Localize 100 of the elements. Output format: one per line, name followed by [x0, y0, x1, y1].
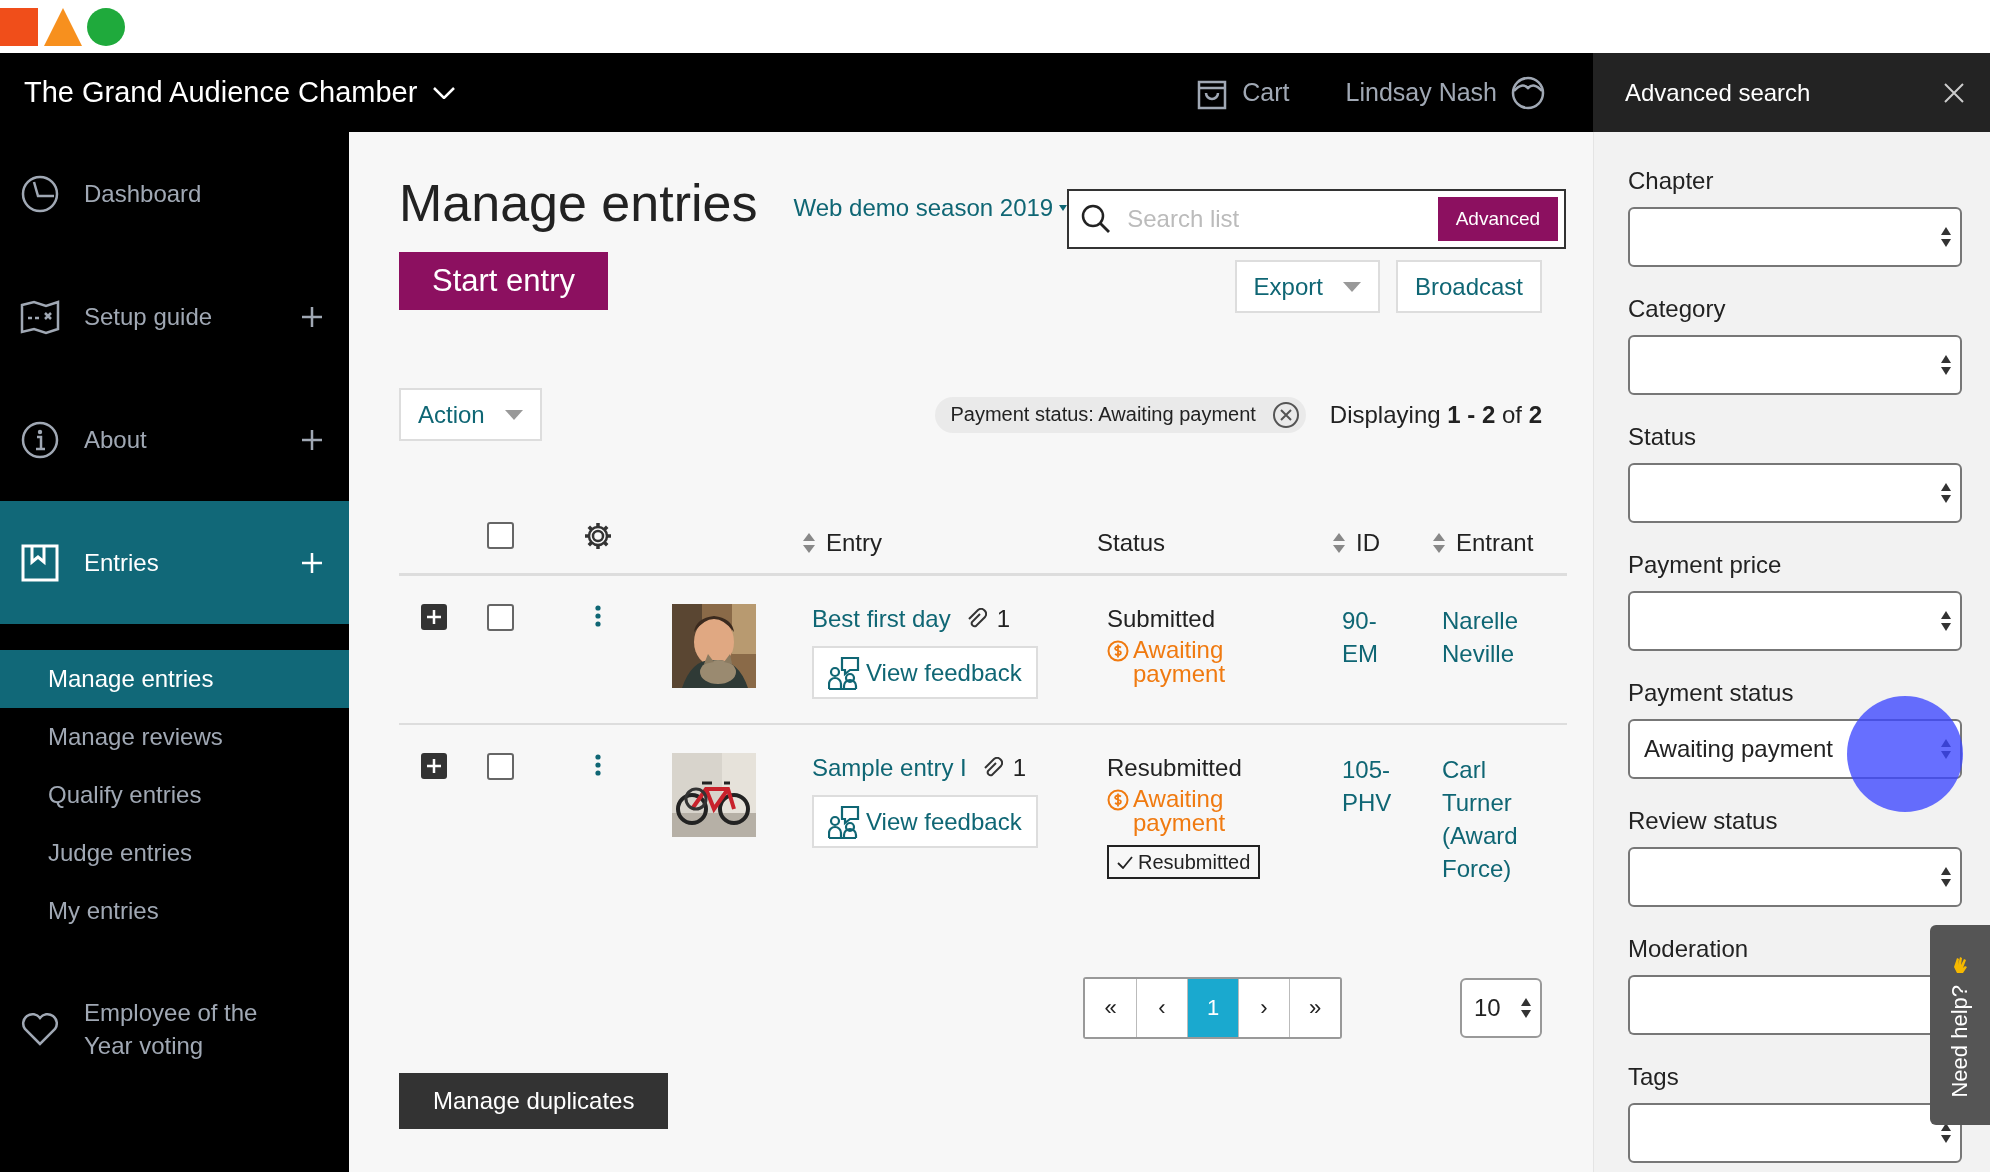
- paperclip-icon: [982, 757, 1003, 779]
- entry-link[interactable]: Sample entry I: [812, 753, 967, 783]
- select-field[interactable]: [1628, 1103, 1962, 1163]
- column-header: Status: [1097, 529, 1166, 557]
- sort-icon[interactable]: [802, 532, 816, 554]
- nav-label: Entries: [84, 548, 159, 577]
- logo-icon: [0, 7, 126, 46]
- checkbox[interactable]: [487, 753, 514, 780]
- action-button[interactable]: Action: [399, 388, 542, 441]
- nav-item[interactable]: Entries: [0, 501, 349, 624]
- select-arrows-icon: [1940, 1122, 1952, 1144]
- dashboard-icon: [20, 173, 60, 214]
- expand-icon[interactable]: [421, 753, 447, 779]
- check-icon: [1117, 855, 1133, 869]
- sort-icon[interactable]: [1432, 532, 1446, 554]
- select-arrows-icon: [1940, 610, 1952, 632]
- field-label: Review status: [1628, 806, 1779, 836]
- status-badge: Resubmitted: [1107, 845, 1261, 879]
- search-field[interactable]: Search list Advanced: [1067, 189, 1567, 249]
- nav-subitem[interactable]: Manage reviews: [0, 708, 349, 766]
- select-field[interactable]: [1628, 207, 1962, 267]
- column-header[interactable]: Entry: [826, 529, 882, 557]
- page-size-select[interactable]: 10: [1460, 978, 1542, 1038]
- manage-duplicates-button[interactable]: Manage duplicates: [399, 1073, 669, 1129]
- field-label: Category: [1628, 294, 1727, 324]
- avatar-icon: [1511, 75, 1545, 110]
- nav-item[interactable]: Setup guide: [0, 255, 349, 378]
- sort-icon[interactable]: [1332, 532, 1346, 554]
- user-menu[interactable]: Lindsay Nash: [1345, 75, 1545, 110]
- input-field[interactable]: [1628, 975, 1931, 1035]
- caret-icon: [1059, 205, 1068, 211]
- panel-title: Advanced search: [1625, 78, 1811, 107]
- more-icon[interactable]: [593, 753, 602, 777]
- close-icon[interactable]: [1944, 82, 1964, 103]
- select-arrows-icon: [1940, 354, 1952, 376]
- column-header[interactable]: ID: [1356, 529, 1380, 557]
- field-label: Payment status: [1628, 678, 1795, 708]
- entrant-name[interactable]: Carl Turner (Award Force): [1442, 753, 1562, 885]
- attachment-count: 1: [996, 604, 1011, 634]
- field-label: Status: [1628, 422, 1698, 452]
- export-button[interactable]: Export: [1234, 260, 1380, 313]
- dollar-icon: [1107, 640, 1129, 662]
- plus-icon[interactable]: [301, 428, 323, 451]
- view-feedback-button[interactable]: View feedback: [812, 795, 1038, 848]
- payment-status: Awaiting payment: [1133, 787, 1227, 835]
- select-field[interactable]: [1628, 463, 1962, 523]
- advanced-button[interactable]: Advanced: [1437, 197, 1559, 241]
- field-label: Moderation: [1628, 934, 1750, 964]
- broadcast-button[interactable]: Broadcast: [1395, 260, 1542, 313]
- checkbox[interactable]: [487, 604, 514, 631]
- bookmark-icon: [20, 542, 60, 583]
- more-icon[interactable]: [593, 604, 602, 628]
- result-count: Displaying 1 - 2 of 2: [1329, 400, 1542, 429]
- select-field[interactable]: [1628, 335, 1962, 395]
- people-speech-icon: [828, 655, 860, 690]
- page-button[interactable]: «: [1085, 979, 1136, 1037]
- settings-icon[interactable]: [582, 521, 613, 551]
- caret-icon: [504, 409, 523, 420]
- cart-link[interactable]: Cart: [1196, 75, 1290, 110]
- page-button[interactable]: »: [1289, 979, 1340, 1037]
- organisation-switcher[interactable]: The Grand Audience Chamber: [24, 76, 456, 109]
- select-field[interactable]: [1628, 591, 1962, 651]
- nav-subitem[interactable]: Qualify entries: [0, 766, 349, 824]
- search-icon: [1081, 204, 1112, 234]
- select-arrows-icon: [1520, 997, 1532, 1019]
- paperclip-icon: [966, 608, 987, 630]
- start-entry-button[interactable]: Start entry: [399, 252, 608, 310]
- nav-label: Employee of the Year voting: [84, 998, 259, 1061]
- page-title: Manage entries: [399, 173, 758, 234]
- select-arrows-icon: [1940, 482, 1952, 504]
- nav-label: About: [84, 425, 147, 454]
- entry-id[interactable]: 105-PHV: [1342, 753, 1404, 819]
- remove-filter-icon[interactable]: [1271, 400, 1300, 429]
- plus-icon[interactable]: [301, 305, 323, 328]
- filter-label: Payment status: Awaiting payment: [950, 403, 1256, 426]
- select-arrows-icon: [1940, 226, 1952, 248]
- expand-icon[interactable]: [421, 604, 447, 630]
- help-tab[interactable]: Need help?: [1930, 925, 1990, 1125]
- nav-item[interactable]: Dashboard: [0, 132, 349, 255]
- entrant-name[interactable]: Narelle Neville: [1442, 604, 1562, 670]
- info-icon: [20, 419, 60, 460]
- column-header[interactable]: Entrant: [1456, 529, 1534, 557]
- page-button[interactable]: ›: [1238, 979, 1289, 1037]
- season-selector[interactable]: Web demo season 2019: [793, 194, 1068, 222]
- nav-subitem[interactable]: My entries: [0, 882, 349, 940]
- nav-item[interactable]: About: [0, 378, 349, 501]
- entry-id[interactable]: 90-EM: [1342, 604, 1404, 670]
- field-label: Chapter: [1628, 166, 1715, 196]
- nav-subitem[interactable]: Manage entries: [0, 650, 349, 708]
- chevron-icon: [433, 86, 456, 99]
- checkbox[interactable]: [487, 522, 514, 549]
- nav-subitem[interactable]: Judge entries: [0, 824, 349, 882]
- page-button[interactable]: ‹: [1136, 979, 1187, 1037]
- nav-item[interactable]: Employee of the Year voting: [0, 996, 349, 1062]
- select-field[interactable]: [1628, 847, 1962, 907]
- entry-link[interactable]: Best first day: [812, 604, 951, 634]
- people-speech-icon: [828, 804, 860, 839]
- status-text: Submitted: [1107, 604, 1217, 634]
- status-text: Resubmitted: [1107, 753, 1243, 783]
- view-feedback-button[interactable]: View feedback: [812, 646, 1038, 699]
